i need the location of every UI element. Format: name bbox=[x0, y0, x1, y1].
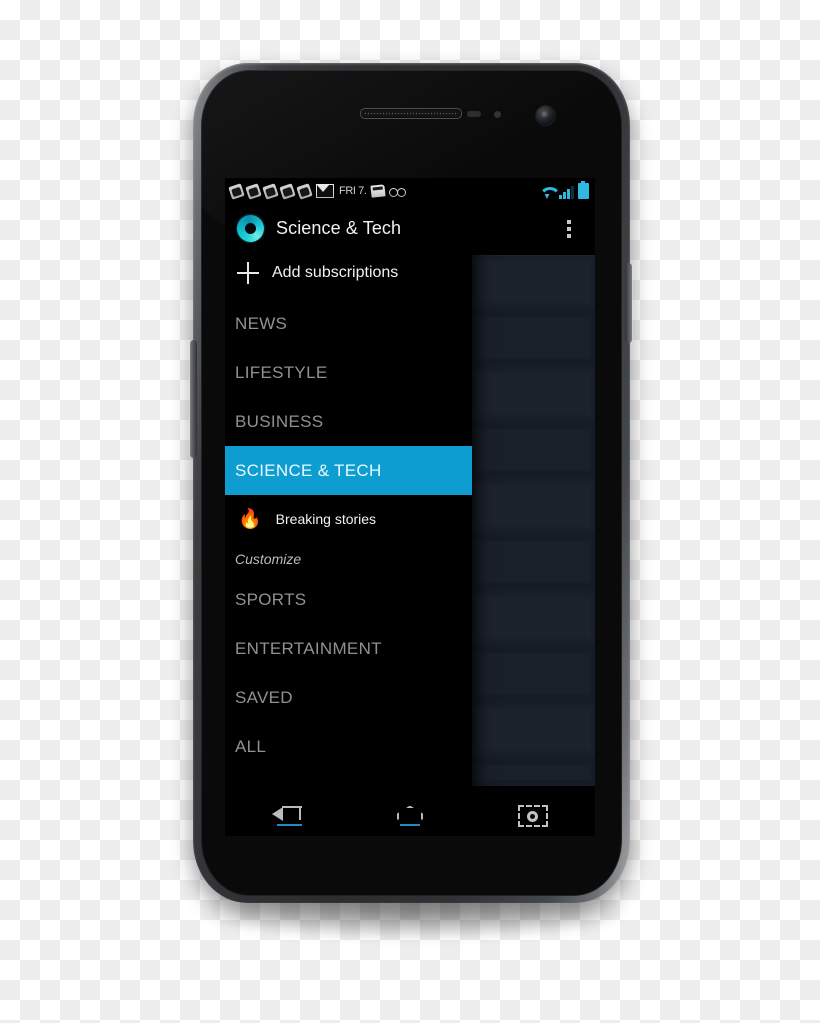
add-subscriptions-button[interactable]: Add subscriptions bbox=[225, 252, 472, 294]
sidebar-item-label: SAVED bbox=[235, 687, 293, 707]
sidebar-item-news[interactable]: NEWS bbox=[225, 299, 472, 348]
home-button[interactable] bbox=[380, 795, 440, 836]
earpiece-speaker-icon bbox=[360, 108, 462, 119]
notification-card-icon bbox=[228, 183, 244, 199]
sidebar-item-entertainment[interactable]: ENTERTAINMENT bbox=[225, 624, 472, 673]
sidebar-item-business[interactable]: BUSINESS bbox=[225, 397, 472, 446]
sidebar-item-breaking-stories[interactable]: 🔥 Breaking stories bbox=[225, 495, 472, 543]
sidebar-item-label: ENTERTAINMENT bbox=[235, 638, 382, 658]
status-bar-text: FRI 7. bbox=[339, 185, 367, 197]
overflow-menu-icon[interactable] bbox=[555, 214, 583, 244]
add-subscriptions-label: Add subscriptions bbox=[272, 264, 399, 281]
sidebar-item-science-and-tech[interactable]: SCIENCE & TECH bbox=[225, 446, 472, 495]
front-camera-icon bbox=[536, 106, 555, 125]
sidebar-item-label: NEWS bbox=[235, 313, 288, 333]
screenshot-button[interactable] bbox=[503, 795, 563, 836]
app-content-area: Science & Tech Add subscriptions NEWS LI… bbox=[225, 204, 595, 795]
sidebar-item-saved[interactable]: SAVED bbox=[225, 673, 472, 722]
sidebar-item-label: BUSINESS bbox=[235, 411, 324, 431]
circular-ring-logo-icon bbox=[237, 214, 264, 242]
article-list-panel[interactable] bbox=[470, 255, 595, 786]
navigation-drawer: Science & Tech Add subscriptions NEWS LI… bbox=[225, 204, 472, 795]
power-button[interactable] bbox=[625, 263, 632, 343]
back-arrow-icon bbox=[271, 805, 302, 827]
sidebar-item-label: SCIENCE & TECH bbox=[235, 460, 382, 480]
phone-screen: FRI 7. Science & Tech Add subscriptions … bbox=[225, 178, 595, 836]
customize-label: Customize bbox=[235, 551, 302, 567]
battery-icon bbox=[578, 180, 589, 199]
sidebar-item-lifestyle[interactable]: LIFESTYLE bbox=[225, 348, 472, 397]
camera-screenshot-icon bbox=[518, 804, 549, 827]
page-title: Science & Tech bbox=[276, 217, 402, 238]
sidebar-item-all[interactable]: ALL bbox=[225, 722, 472, 771]
home-icon bbox=[395, 805, 425, 827]
proximity-sensor-icon bbox=[467, 111, 481, 117]
glasses-icon bbox=[388, 187, 406, 197]
notification-card-icon bbox=[296, 183, 312, 199]
notification-card-icon bbox=[279, 183, 295, 199]
sidebar-subitem-label: Breaking stories bbox=[275, 511, 377, 527]
drawer-header: Science & Tech bbox=[225, 204, 472, 252]
android-status-bar: FRI 7. bbox=[225, 178, 595, 204]
notification-card-icon bbox=[262, 183, 278, 199]
plus-icon bbox=[237, 262, 259, 284]
customize-button[interactable]: Customize bbox=[225, 543, 472, 575]
drawer-category-list: NEWS LIFESTYLE BUSINESS SCIENCE & TECH 🔥… bbox=[225, 299, 472, 771]
card-icon bbox=[369, 184, 386, 198]
cellular-signal-icon bbox=[559, 186, 574, 199]
gmail-icon bbox=[316, 184, 334, 198]
sidebar-item-label: ALL bbox=[235, 736, 267, 756]
light-sensor-icon bbox=[494, 111, 501, 118]
flame-icon: 🔥 bbox=[238, 508, 262, 530]
volume-rocker-button[interactable] bbox=[190, 340, 197, 458]
phone-stage: FRI 7. Science & Tech Add subscriptions … bbox=[0, 0, 820, 1023]
back-button[interactable] bbox=[257, 795, 317, 836]
status-bar-notifications[interactable]: FRI 7. bbox=[230, 184, 539, 198]
sidebar-item-label: SPORTS bbox=[235, 589, 307, 609]
notification-card-icon bbox=[245, 183, 261, 199]
wifi-icon bbox=[539, 186, 555, 199]
status-bar-system-icons bbox=[539, 180, 589, 199]
sidebar-item-sports[interactable]: SPORTS bbox=[225, 575, 472, 624]
sidebar-item-label: LIFESTYLE bbox=[235, 362, 328, 382]
android-navigation-bar bbox=[225, 795, 595, 836]
